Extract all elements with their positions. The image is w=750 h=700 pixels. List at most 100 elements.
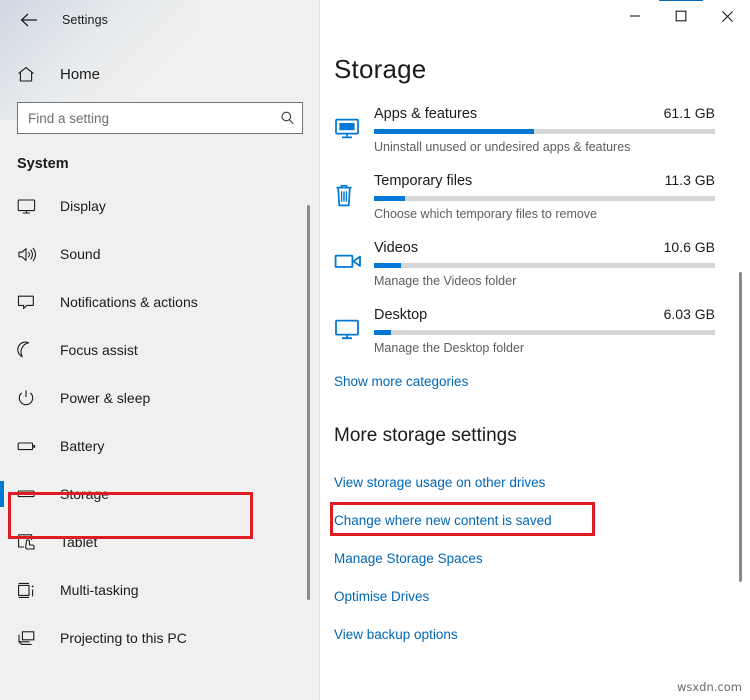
storage-usage-bar bbox=[374, 263, 715, 268]
titlebar-left: Settings bbox=[0, 0, 320, 40]
link-row: Manage Storage Spaces bbox=[320, 539, 750, 577]
back-arrow-icon[interactable] bbox=[8, 4, 50, 36]
storage-category-size: 6.03 GB bbox=[664, 306, 715, 322]
sidebar-item-battery[interactable]: Battery bbox=[0, 422, 320, 470]
monitor-icon bbox=[17, 198, 41, 215]
sidebar-item-label: Battery bbox=[60, 438, 104, 454]
multitask-icon bbox=[17, 582, 41, 599]
sidebar-item-label: Multi-tasking bbox=[60, 582, 139, 598]
search-input[interactable] bbox=[18, 111, 302, 126]
apps-monitor-icon bbox=[334, 105, 374, 154]
show-more-categories-container: Show more categories bbox=[320, 373, 750, 391]
more-storage-settings-title: More storage settings bbox=[320, 425, 750, 447]
link-change-where-new-content-is-saved[interactable]: Change where new content is saved bbox=[334, 513, 552, 528]
storage-category-head: Temporary files 11.3 GB bbox=[374, 172, 715, 189]
storage-category-head: Apps & features 61.1 GB bbox=[374, 105, 715, 122]
maximize-button[interactable] bbox=[658, 0, 704, 32]
sidebar-item-projecting-to-this-pc[interactable]: Projecting to this PC bbox=[0, 614, 320, 662]
storage-category-size: 10.6 GB bbox=[664, 239, 715, 255]
sidebar-nav-list: Display Sound bbox=[0, 182, 320, 662]
trash-icon bbox=[334, 172, 374, 221]
window-controls bbox=[320, 0, 750, 40]
home-icon bbox=[17, 66, 39, 83]
storage-usage-bar bbox=[374, 196, 715, 201]
storage-usage-bar-fill bbox=[374, 196, 405, 201]
storage-category-name: Temporary files bbox=[374, 173, 472, 189]
link-row: Optimise Drives bbox=[320, 577, 750, 615]
sidebar: Settings Home System bbox=[0, 0, 320, 700]
app-title: Settings bbox=[62, 13, 108, 27]
storage-usage-bar-fill bbox=[374, 330, 391, 335]
storage-drive-icon bbox=[17, 488, 41, 500]
tablet-hand-icon bbox=[17, 533, 41, 551]
sidebar-item-label-home: Home bbox=[60, 66, 100, 83]
sidebar-item-label: Display bbox=[60, 198, 106, 214]
search-box[interactable] bbox=[17, 102, 303, 134]
sidebar-item-home[interactable]: Home bbox=[0, 54, 320, 94]
sidebar-item-power-sleep[interactable]: Power & sleep bbox=[0, 374, 320, 422]
link-manage-storage-spaces[interactable]: Manage Storage Spaces bbox=[334, 551, 483, 566]
storage-usage-bar bbox=[374, 129, 715, 134]
chat-bubble-icon bbox=[17, 294, 41, 311]
sidebar-item-label: Sound bbox=[60, 246, 100, 262]
storage-category-name: Apps & features bbox=[374, 106, 477, 122]
storage-category-row[interactable]: Videos 10.6 GB Manage the Videos folder bbox=[320, 239, 750, 288]
storage-category-name: Videos bbox=[374, 240, 418, 256]
storage-category-name: Desktop bbox=[374, 307, 427, 323]
storage-category-subtitle: Manage the Videos folder bbox=[374, 274, 715, 288]
storage-category-head: Desktop 6.03 GB bbox=[374, 306, 715, 323]
storage-category-size: 61.1 GB bbox=[664, 105, 715, 121]
storage-category-list: Apps & features 61.1 GB Uninstall unused… bbox=[320, 105, 750, 355]
link-optimise-drives[interactable]: Optimise Drives bbox=[334, 589, 429, 604]
link-view-storage-usage-on-other-drives[interactable]: View storage usage on other drives bbox=[334, 475, 545, 490]
storage-category-row[interactable]: Apps & features 61.1 GB Uninstall unused… bbox=[320, 105, 750, 154]
storage-usage-bar-fill bbox=[374, 263, 401, 268]
desktop-monitor-icon bbox=[334, 306, 374, 355]
settings-window: Settings Home System bbox=[0, 0, 750, 700]
storage-category-row[interactable]: Temporary files 11.3 GB Choose which tem… bbox=[320, 172, 750, 221]
sidebar-item-tablet[interactable]: Tablet bbox=[0, 518, 320, 566]
sidebar-section-title: System bbox=[0, 156, 320, 172]
sidebar-item-notifications-actions[interactable]: Notifications & actions bbox=[0, 278, 320, 326]
main-panel: Storage Apps & features 61.1 GB bbox=[320, 0, 750, 700]
minimize-button[interactable] bbox=[612, 0, 658, 32]
moon-icon bbox=[17, 341, 41, 359]
sidebar-item-storage[interactable]: Storage bbox=[0, 470, 320, 518]
close-button[interactable] bbox=[704, 0, 750, 32]
power-icon bbox=[17, 389, 41, 407]
search-icon[interactable] bbox=[280, 111, 295, 126]
sidebar-item-label: Storage bbox=[60, 486, 109, 502]
sidebar-item-display[interactable]: Display bbox=[0, 182, 320, 230]
sidebar-item-label: Focus assist bbox=[60, 342, 138, 358]
sidebar-item-label: Notifications & actions bbox=[60, 294, 198, 310]
storage-category-row[interactable]: Desktop 6.03 GB Manage the Desktop folde… bbox=[320, 306, 750, 355]
sidebar-item-multi-tasking[interactable]: Multi-tasking bbox=[0, 566, 320, 614]
sidebar-scrollbar[interactable] bbox=[307, 205, 310, 600]
storage-category-size: 11.3 GB bbox=[665, 172, 715, 188]
more-settings-link-list: View storage usage on other drives Chang… bbox=[320, 463, 750, 653]
video-camera-icon bbox=[334, 239, 374, 288]
storage-category-head: Videos 10.6 GB bbox=[374, 239, 715, 256]
page-title: Storage bbox=[320, 54, 750, 85]
link-view-backup-options[interactable]: View backup options bbox=[334, 627, 458, 642]
sidebar-item-label: Power & sleep bbox=[60, 390, 150, 406]
battery-icon bbox=[17, 439, 41, 453]
search-container bbox=[17, 102, 303, 134]
storage-category-body: Apps & features 61.1 GB Uninstall unused… bbox=[374, 105, 750, 154]
sidebar-item-sound[interactable]: Sound bbox=[0, 230, 320, 278]
storage-category-body: Temporary files 11.3 GB Choose which tem… bbox=[374, 172, 750, 221]
storage-usage-bar bbox=[374, 330, 715, 335]
projection-icon bbox=[17, 630, 41, 647]
link-row: View backup options bbox=[320, 615, 750, 653]
storage-category-subtitle: Manage the Desktop folder bbox=[374, 341, 715, 355]
sidebar-item-label: Tablet bbox=[60, 534, 97, 550]
sidebar-item-label: Projecting to this PC bbox=[60, 630, 187, 646]
main-scrollbar[interactable] bbox=[739, 272, 742, 582]
show-more-categories-link[interactable]: Show more categories bbox=[334, 374, 468, 389]
storage-category-subtitle: Choose which temporary files to remove bbox=[374, 207, 715, 221]
sidebar-item-focus-assist[interactable]: Focus assist bbox=[0, 326, 320, 374]
speaker-icon bbox=[17, 246, 41, 263]
storage-usage-bar-fill bbox=[374, 129, 534, 134]
link-row: Change where new content is saved bbox=[320, 501, 750, 539]
watermark: wsxdn.com bbox=[677, 680, 742, 694]
